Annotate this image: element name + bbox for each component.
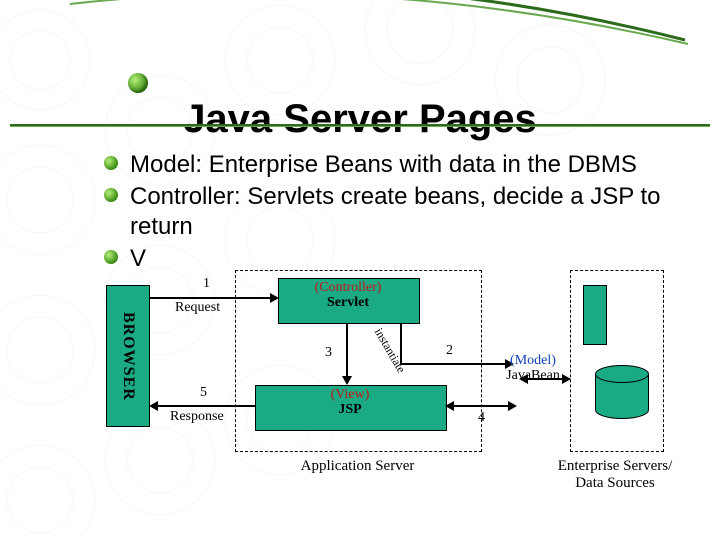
- bullet-text: Controller: Servlets create beans, decid…: [130, 183, 661, 240]
- bullet-icon: [104, 156, 118, 170]
- database-icon: [595, 365, 647, 419]
- bullet-text: V: [130, 245, 146, 272]
- arrowhead-icon: [508, 401, 517, 411]
- arrow-request: [149, 297, 277, 299]
- bullet-list: Model: Enterprise Beans with data in the…: [130, 150, 680, 276]
- accent-dot-icon: [128, 73, 148, 93]
- arrowhead-icon: [342, 376, 352, 385]
- arrowhead-icon: [445, 401, 454, 411]
- arrow-1-number: 1: [203, 276, 210, 291]
- arrow-instantiate-h: [400, 363, 507, 365]
- data-sources-caption: Enterprise Servers/ Data Sources: [540, 458, 690, 491]
- arrow-3-number: 3: [325, 345, 332, 360]
- arrowhead-icon: [562, 374, 571, 384]
- arrow-5-number: 5: [200, 385, 207, 400]
- response-label: Response: [170, 409, 224, 424]
- arrowhead-icon: [270, 293, 279, 303]
- view-name-label: JSP: [338, 402, 361, 417]
- mvc-diagram: BROWSER (Controller) Servlet (View) JSP …: [100, 270, 670, 510]
- request-label: Request: [175, 300, 220, 315]
- model-name-label: JavaBean: [506, 368, 560, 383]
- swoosh-decoration: [70, 0, 690, 50]
- bullet-icon: [104, 250, 118, 264]
- arrowhead-icon: [149, 401, 158, 411]
- browser-label: BROWSER: [119, 312, 137, 401]
- server-icon: [583, 285, 607, 345]
- model-role-label: (Model): [510, 353, 556, 368]
- arrow-2-number: 2: [446, 343, 453, 358]
- arrow-response: [158, 405, 255, 407]
- controller-name-label: Servlet: [327, 295, 369, 310]
- bullet-text: Model: Enterprise Beans with data in the…: [130, 151, 637, 178]
- arrow-servlet-jsp: [346, 323, 348, 378]
- view-role-label: (View): [331, 387, 370, 402]
- page-title: Java Server Pages: [0, 97, 720, 142]
- bullet-icon: [104, 188, 118, 202]
- browser-box: BROWSER: [106, 285, 150, 427]
- title-underline: [10, 124, 710, 126]
- arrow-4-number: 4: [478, 410, 485, 425]
- app-server-caption: Application Server: [235, 458, 480, 475]
- bullet-item: Controller: Servlets create beans, decid…: [130, 182, 680, 242]
- arrowhead-icon: [519, 374, 528, 384]
- bullet-item: Model: Enterprise Beans with data in the…: [130, 150, 680, 180]
- controller-role-label: (Controller): [315, 280, 382, 295]
- arrow-jsp-bean: [454, 405, 510, 407]
